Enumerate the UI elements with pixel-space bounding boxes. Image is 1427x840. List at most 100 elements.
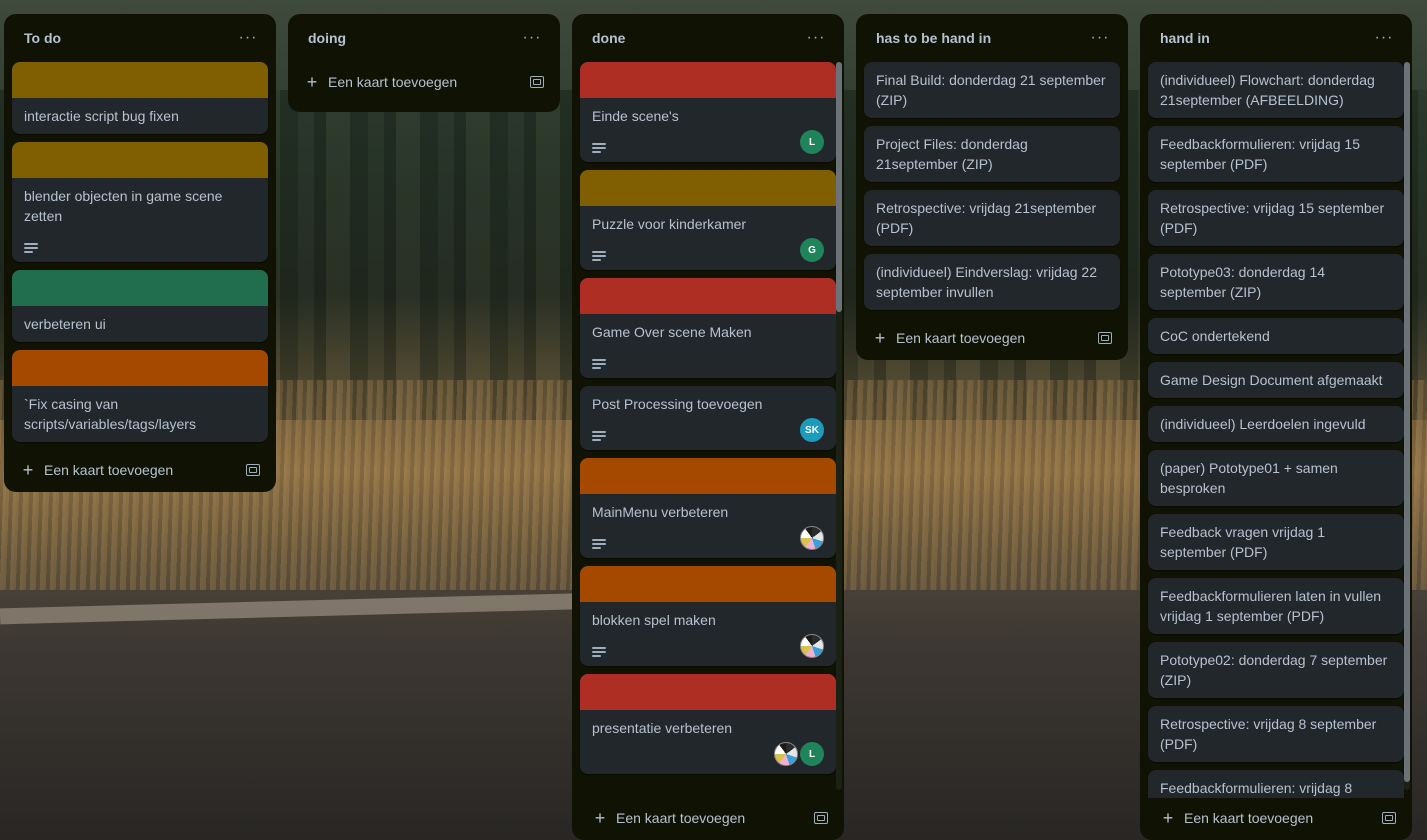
- member-avatar[interactable]: L: [800, 130, 824, 154]
- list-title[interactable]: To do: [24, 30, 61, 46]
- card-body: Retrospective: vrijdag 21september (PDF): [864, 190, 1120, 246]
- list-column: doing ··· + Een kaart toevoegen: [288, 14, 560, 112]
- list-menu-icon[interactable]: ···: [516, 22, 548, 54]
- card-body: `Fix casing van scripts/variables/tags/l…: [12, 386, 268, 442]
- card-title: Einde scene's: [592, 108, 679, 124]
- card-list: (individueel) Flowchart: donderdag 21sep…: [1140, 62, 1412, 798]
- card[interactable]: Final Build: donderdag 21 september (ZIP…: [864, 62, 1120, 118]
- list-title[interactable]: done: [592, 30, 625, 46]
- list-menu-icon[interactable]: ···: [800, 22, 832, 54]
- add-card-label-group: + Een kaart toevoegen: [592, 808, 745, 829]
- card-title: Retrospective: vrijdag 21september (PDF): [876, 200, 1097, 236]
- member-avatar[interactable]: [800, 634, 824, 658]
- card-title: Feedbackformulieren: vrijdag 8: [1160, 780, 1353, 796]
- description-icon: [592, 250, 606, 261]
- card[interactable]: Feedbackformulieren: vrijdag 8: [1148, 770, 1404, 798]
- list-header: doing ···: [288, 14, 560, 62]
- card[interactable]: `Fix casing van scripts/variables/tags/l…: [12, 350, 268, 442]
- member-avatar[interactable]: [800, 526, 824, 550]
- create-from-template-icon[interactable]: [530, 76, 544, 88]
- card[interactable]: blokken spel maken: [580, 566, 836, 666]
- card[interactable]: Einde scene's L: [580, 62, 836, 162]
- card[interactable]: blender objecten in game scene zetten: [12, 142, 268, 262]
- card[interactable]: Feedback vragen vrijdag 1 september (PDF…: [1148, 514, 1404, 570]
- card[interactable]: Project Files: donderdag 21september (ZI…: [864, 126, 1120, 182]
- list-title[interactable]: doing: [308, 30, 346, 46]
- card-title: blender objecten in game scene zetten: [24, 188, 223, 224]
- card[interactable]: Retrospective: vrijdag 21september (PDF): [864, 190, 1120, 246]
- card-cover: [12, 142, 268, 178]
- card-cover: [580, 458, 836, 494]
- plus-icon: +: [306, 71, 318, 92]
- list-menu-icon[interactable]: ···: [1084, 22, 1116, 54]
- card[interactable]: CoC ondertekend: [1148, 318, 1404, 354]
- description-icon: [592, 430, 606, 441]
- card-cover: [12, 270, 268, 306]
- card-title: (paper) Pototype01 + samen besproken: [1160, 460, 1338, 496]
- card-title: Game Design Document afgemaakt: [1160, 372, 1383, 388]
- card-title: Retrospective: vrijdag 15 september (PDF…: [1160, 200, 1385, 236]
- create-from-template-icon[interactable]: [1098, 332, 1112, 344]
- member-avatar[interactable]: [774, 742, 798, 766]
- add-card-button[interactable]: + Een kaart toevoegen: [576, 798, 844, 838]
- description-icon: [592, 358, 606, 369]
- description-icon: [592, 646, 606, 657]
- card-title: (individueel) Eindverslag: vrijdag 22 se…: [876, 264, 1098, 300]
- card[interactable]: (paper) Pototype01 + samen besproken: [1148, 450, 1404, 506]
- card-title: MainMenu verbeteren: [592, 504, 729, 520]
- add-card-button[interactable]: + Een kaart toevoegen: [4, 450, 276, 490]
- create-from-template-icon[interactable]: [246, 464, 260, 476]
- list-menu-icon[interactable]: ···: [232, 22, 264, 54]
- card[interactable]: Retrospective: vrijdag 8 september (PDF): [1148, 706, 1404, 762]
- member-avatar[interactable]: G: [800, 238, 824, 262]
- list-column: To do ··· interactie script bug fixen blend…: [4, 14, 276, 492]
- add-card-button[interactable]: + Een kaart toevoegen: [1144, 798, 1412, 838]
- list-scrollbar[interactable]: [1404, 62, 1410, 790]
- card-list: Final Build: donderdag 21 september (ZIP…: [856, 62, 1128, 318]
- card[interactable]: (individueel) Eindverslag: vrijdag 22 se…: [864, 254, 1120, 310]
- card-members: SK: [798, 418, 824, 442]
- card-cover: [580, 674, 836, 710]
- scrollbar-thumb[interactable]: [836, 62, 842, 312]
- card-members: L: [772, 742, 824, 766]
- list-column: has to be hand in ··· Final Build: donderd…: [856, 14, 1128, 360]
- card-badges: [24, 230, 256, 254]
- create-from-template-icon[interactable]: [1382, 812, 1396, 824]
- member-avatar[interactable]: SK: [800, 418, 824, 442]
- add-card-button[interactable]: + Een kaart toevoegen: [288, 62, 560, 102]
- card-body: MainMenu verbeteren: [580, 494, 836, 558]
- card[interactable]: verbeteren ui: [12, 270, 268, 342]
- card-badges: L: [592, 130, 824, 154]
- card[interactable]: (individueel) Leerdoelen ingevuld: [1148, 406, 1404, 442]
- card[interactable]: interactie script bug fixen: [12, 62, 268, 134]
- card[interactable]: Post Processing toevoegen SK: [580, 386, 836, 450]
- card[interactable]: Puzzle voor kinderkamer G: [580, 170, 836, 270]
- card[interactable]: MainMenu verbeteren: [580, 458, 836, 558]
- list-title[interactable]: hand in: [1160, 30, 1210, 46]
- card-members: [798, 634, 824, 658]
- card-title: (individueel) Flowchart: donderdag 21sep…: [1160, 72, 1375, 108]
- card[interactable]: Feedbackformulieren: vrijdag 15 septembe…: [1148, 126, 1404, 182]
- list-scrollbar[interactable]: [836, 62, 842, 790]
- card-list: Einde scene's L Puzzle voor kinderkamer G Ga…: [572, 62, 844, 798]
- scrollbar-thumb[interactable]: [1404, 62, 1410, 782]
- card[interactable]: Pototype02: donderdag 7 september (ZIP): [1148, 642, 1404, 698]
- card-body: Final Build: donderdag 21 september (ZIP…: [864, 62, 1120, 118]
- list-title[interactable]: has to be hand in: [876, 30, 991, 46]
- card[interactable]: presentatie verbeteren L: [580, 674, 836, 774]
- member-avatar[interactable]: L: [800, 742, 824, 766]
- add-card-button[interactable]: + Een kaart toevoegen: [856, 318, 1128, 358]
- card-body: Feedbackformulieren: vrijdag 15 septembe…: [1148, 126, 1404, 182]
- card[interactable]: Pototype03: donderdag 14 september (ZIP): [1148, 254, 1404, 310]
- list-menu-icon[interactable]: ···: [1368, 22, 1400, 54]
- card[interactable]: Game Over scene Maken: [580, 278, 836, 378]
- create-from-template-icon[interactable]: [814, 812, 828, 824]
- list-header: hand in ···: [1140, 14, 1412, 62]
- card-cover: [580, 278, 836, 314]
- card[interactable]: (individueel) Flowchart: donderdag 21sep…: [1148, 62, 1404, 118]
- card-title: Pototype03: donderdag 14 september (ZIP): [1160, 264, 1326, 300]
- card[interactable]: Retrospective: vrijdag 15 september (PDF…: [1148, 190, 1404, 246]
- card-body: verbeteren ui: [12, 306, 268, 342]
- card[interactable]: Game Design Document afgemaakt: [1148, 362, 1404, 398]
- card[interactable]: Feedbackformulieren laten in vullen vrij…: [1148, 578, 1404, 634]
